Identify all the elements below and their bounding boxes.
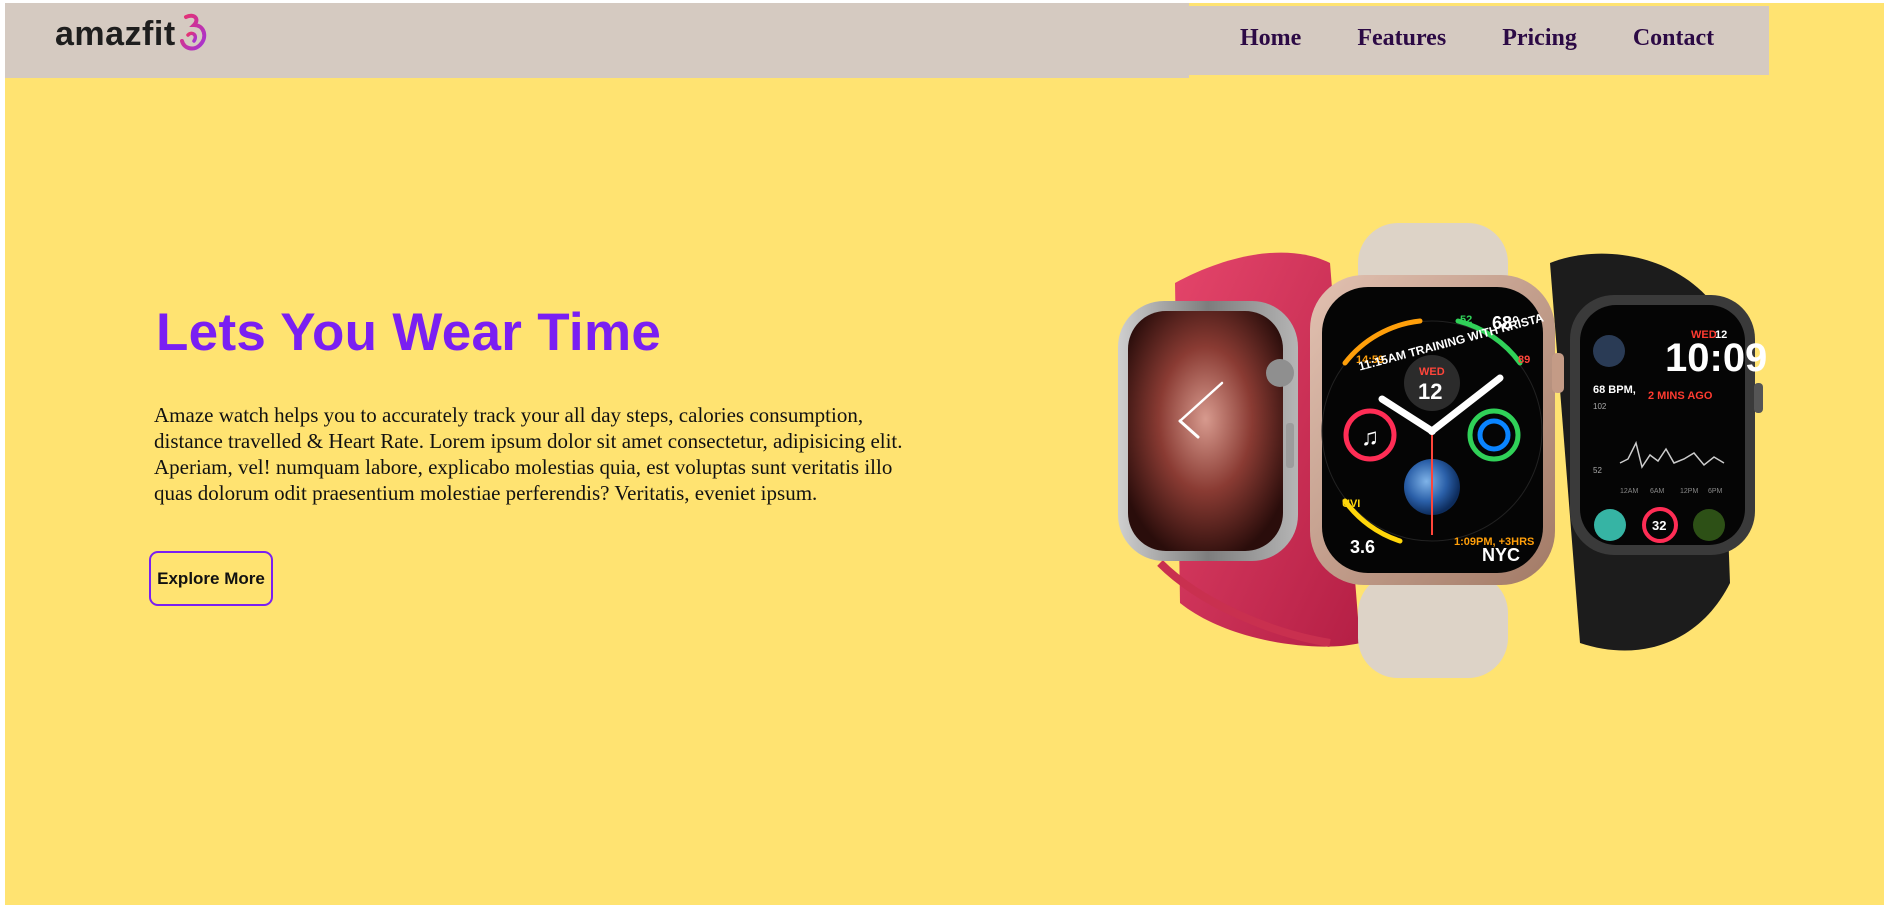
logo-text: amazfit xyxy=(55,14,176,53)
svg-text:3.6: 3.6 xyxy=(1350,537,1375,557)
explore-more-button[interactable]: Explore More xyxy=(149,551,273,606)
hero-description: Amaze watch helps you to accurately trac… xyxy=(154,403,903,505)
svg-text:12: 12 xyxy=(1418,379,1442,404)
svg-text:NYC: NYC xyxy=(1482,545,1520,565)
svg-text:12PM: 12PM xyxy=(1680,488,1698,495)
svg-text:UVI: UVI xyxy=(1342,498,1360,510)
main-nav: Home Features Pricing Contact xyxy=(1240,25,1714,52)
svg-text:6PM: 6PM xyxy=(1708,488,1723,495)
nav-pricing[interactable]: Pricing xyxy=(1502,25,1577,52)
svg-text:89: 89 xyxy=(1518,354,1530,366)
nav-features[interactable]: Features xyxy=(1357,25,1446,52)
svg-text:68 BPM,: 68 BPM, xyxy=(1593,384,1636,396)
svg-text:6AM: 6AM xyxy=(1650,488,1665,495)
nav-home[interactable]: Home xyxy=(1240,25,1301,52)
svg-text:WED: WED xyxy=(1691,329,1717,341)
smartwatches-image: 10:09 WED 12 68 BPM, 2 MINS AGO 102 52 1… xyxy=(1118,223,1767,678)
nav-contact[interactable]: Contact xyxy=(1633,25,1714,52)
svg-text:102: 102 xyxy=(1593,402,1607,411)
center-band-bottom xyxy=(1358,573,1508,678)
hero-title: Lets You Wear Time xyxy=(156,303,662,362)
svg-text:♫: ♫ xyxy=(1361,424,1379,451)
svg-text:12AM: 12AM xyxy=(1620,488,1638,495)
svg-text:32: 32 xyxy=(1652,518,1666,533)
svg-text:12: 12 xyxy=(1715,329,1727,341)
brand-logo[interactable]: amazfit xyxy=(55,9,208,59)
page: amazfit Home Features Pricing Contact Le… xyxy=(5,3,1884,905)
svg-text:WED: WED xyxy=(1419,366,1445,378)
logo-mark-icon xyxy=(179,13,206,51)
right-watch-time: 10:09 xyxy=(1665,336,1767,380)
svg-text:52: 52 xyxy=(1593,466,1602,475)
svg-text:2 MINS AGO: 2 MINS AGO xyxy=(1648,390,1713,402)
svg-text:52: 52 xyxy=(1460,314,1472,326)
